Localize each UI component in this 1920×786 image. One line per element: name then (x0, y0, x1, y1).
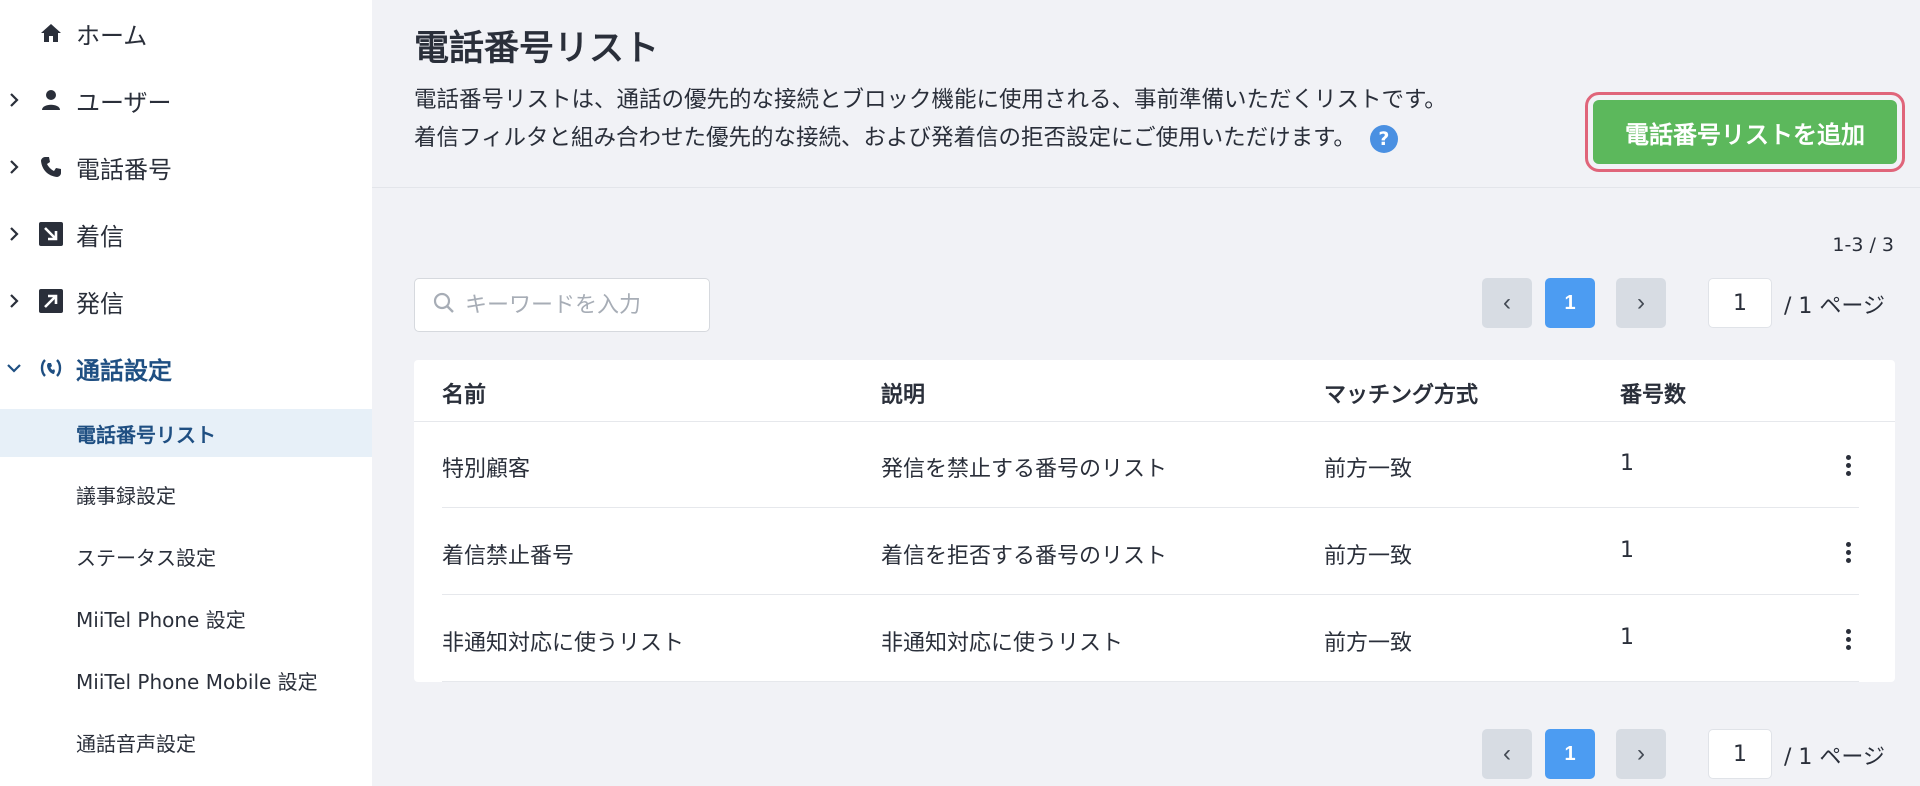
row-menu-button[interactable] (1836, 448, 1860, 482)
table-row[interactable]: 非通知対応に使うリスト 非通知対応に使うリスト 前方一致 1 (442, 596, 1859, 682)
cell-name: 特別顧客 (442, 457, 531, 482)
column-header-count: 番号数 (1620, 383, 1687, 408)
home-icon (38, 20, 64, 46)
page-1-button[interactable]: 1 (1545, 278, 1595, 328)
incoming-call-icon (38, 221, 64, 247)
page-total: / 1 ページ (1784, 294, 1885, 319)
sidebar-subitem-phone-number-list[interactable]: 電話番号リスト (0, 409, 372, 457)
cell-description: 発信を禁止する番号のリスト (881, 457, 1168, 482)
column-header-description: 説明 (881, 383, 926, 408)
chevron-right-icon (6, 159, 22, 175)
table-row[interactable]: 着信禁止番号 着信を拒否する番号のリスト 前方一致 1 (442, 509, 1859, 595)
search-input[interactable] (465, 292, 705, 318)
sidebar-item-label: ユーザー (76, 88, 172, 117)
sidebar-subitem-status-settings[interactable]: ステータス設定 (0, 532, 372, 580)
sidebar-subitem-label: MiiTel Phone Mobile 設定 (76, 669, 318, 694)
sidebar-item-label: 電話番号 (76, 155, 172, 184)
page-number-input[interactable] (1708, 278, 1772, 328)
sidebar-item-incoming[interactable]: 着信 (0, 201, 372, 267)
page-title: 電話番号リスト (414, 29, 660, 69)
cell-name: 着信禁止番号 (442, 544, 575, 569)
sidebar-subitem-miitel-mobile-settings[interactable]: MiiTel Phone Mobile 設定 (0, 656, 372, 704)
cell-count: 1 (1620, 451, 1634, 476)
sidebar-subitem-label: 議事録設定 (76, 483, 176, 508)
sidebar-item-outgoing[interactable]: 発信 (0, 268, 372, 334)
column-header-matching: マッチング方式 (1324, 383, 1479, 408)
page-description-text: 着信フィルタと組み合わせた優先的な接続、および発着信の拒否設定にご使用いただけま… (414, 125, 1356, 151)
add-button-highlight: 電話番号リストを追加 (1585, 92, 1905, 172)
sidebar-item-label: 着信 (76, 222, 124, 251)
cell-count: 1 (1620, 538, 1634, 563)
cell-count: 1 (1620, 625, 1634, 650)
prev-page-button[interactable]: ‹ (1482, 729, 1532, 779)
cell-matching: 前方一致 (1324, 457, 1413, 482)
sidebar-subitem-call-audio-settings[interactable]: 通話音声設定 (0, 718, 372, 766)
sidebar-item-label: 発信 (76, 289, 124, 318)
search-box (414, 278, 710, 332)
page-header: 電話番号リスト 電話番号リストは、通話の優先的な接続とブロック機能に使用される、… (372, 0, 1920, 188)
chevron-right-icon (6, 92, 22, 108)
add-phone-number-list-button[interactable]: 電話番号リストを追加 (1593, 100, 1897, 164)
phone-list-table: 名前 説明 マッチング方式 番号数 特別顧客 発信を禁止する番号のリスト 前方一… (414, 360, 1895, 682)
cell-description: 着信を拒否する番号のリスト (881, 544, 1168, 569)
search-icon (433, 292, 455, 318)
prev-page-button[interactable]: ‹ (1482, 278, 1532, 328)
cell-matching: 前方一致 (1324, 544, 1413, 569)
cell-matching: 前方一致 (1324, 631, 1413, 656)
next-page-button[interactable]: › (1616, 729, 1666, 779)
sidebar-subitem-label: ステータス設定 (76, 545, 216, 570)
sidebar-subitem-label: 通話音声設定 (76, 731, 196, 756)
sidebar-item-phone-numbers[interactable]: 電話番号 (0, 134, 372, 200)
table-row[interactable]: 特別顧客 発信を禁止する番号のリスト 前方一致 1 (442, 422, 1859, 508)
column-header-name: 名前 (442, 383, 487, 408)
table-header: 名前 説明 マッチング方式 番号数 (414, 360, 1895, 422)
sidebar-subitem-label: 電話番号リスト (76, 422, 216, 447)
sidebar-item-call-settings[interactable]: 通話設定 (0, 335, 372, 401)
page-1-button[interactable]: 1 (1545, 729, 1595, 779)
sidebar-item-label: 通話設定 (76, 356, 172, 385)
sidebar-item-home[interactable]: ホーム (0, 0, 372, 66)
result-count: 1-3 / 3 (1832, 234, 1894, 256)
cell-name: 非通知対応に使うリスト (442, 631, 685, 656)
sidebar: ホーム ユーザー 電話番号 着信 発信 通話設定 電話番号リスト 議事録設定 ス… (0, 0, 372, 786)
chevron-right-icon (6, 226, 22, 242)
chevron-right-icon (6, 293, 22, 309)
page-description-line-1: 電話番号リストは、通話の優先的な接続とブロック機能に使用される、事前準備いただく… (414, 87, 1447, 113)
row-menu-button[interactable] (1836, 535, 1860, 569)
phone-icon (38, 154, 64, 180)
help-icon[interactable]: ? (1369, 124, 1398, 153)
user-icon (38, 87, 64, 113)
sidebar-subitem-minutes-settings[interactable]: 議事録設定 (0, 470, 372, 518)
sidebar-subitem-label: MiiTel Phone 設定 (76, 607, 246, 632)
sidebar-subitem-miitel-phone-settings[interactable]: MiiTel Phone 設定 (0, 594, 372, 642)
sidebar-item-label: ホーム (76, 21, 148, 50)
cell-description: 非通知対応に使うリスト (881, 631, 1124, 656)
call-settings-icon (38, 355, 64, 381)
page-total: / 1 ページ (1784, 745, 1885, 770)
chevron-down-icon (6, 360, 22, 376)
page-description-line-2: 着信フィルタと組み合わせた優先的な接続、および発着信の拒否設定にご使用いただけま… (414, 120, 1398, 153)
sidebar-item-users[interactable]: ユーザー (0, 67, 372, 133)
page-number-input[interactable] (1708, 729, 1772, 779)
row-menu-button[interactable] (1836, 622, 1860, 656)
next-page-button[interactable]: › (1616, 278, 1666, 328)
outgoing-call-icon (38, 288, 64, 314)
